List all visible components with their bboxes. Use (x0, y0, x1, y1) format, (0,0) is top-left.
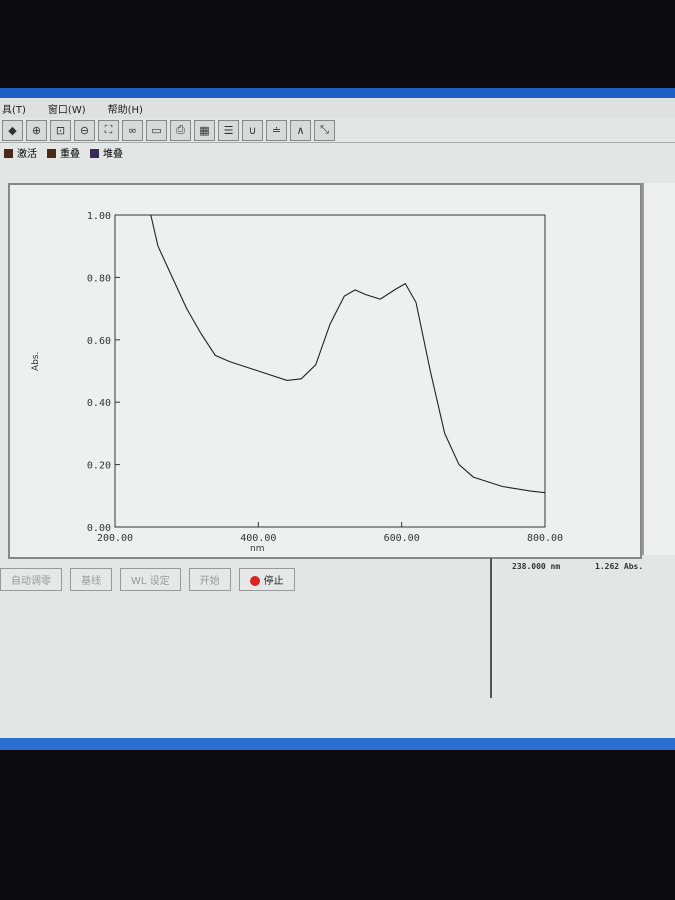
y-axis-label: Abs. (31, 352, 41, 371)
readout-panel: 238.000 nm 1.262 Abs. (490, 558, 675, 698)
stop-label: 停止 (263, 576, 284, 587)
start-button[interactable]: 开始 (188, 568, 231, 591)
plot-border (114, 214, 546, 528)
plot-area: 200.00 400.00 600.00 800.00 0.00 0.20 0.40 0.60… (8, 183, 642, 559)
x-tick-label: 200.00 (97, 533, 133, 544)
fit-icon[interactable]: ⛶ (98, 119, 119, 141)
tab-overlay[interactable]: 重叠 (47, 145, 80, 160)
screen: 具(T) 窗口(W) 帮助(H) ◆ ⊕ ⊡ ⊖ ⛶ ∞ ▭ ⎙ ▦ ☰ ∪ ≐… (0, 88, 675, 750)
baseline-icon[interactable]: ≐ (266, 119, 287, 141)
toolbar: ◆ ⊕ ⊡ ⊖ ⛶ ∞ ▭ ⎙ ▦ ☰ ∪ ≐ ∧ ⤡ (0, 118, 675, 143)
x-tick-label: 400.00 (240, 533, 276, 544)
tab-bar: 激活 重叠 堆叠 (0, 143, 675, 161)
menu-help[interactable]: 帮助(H) (108, 101, 143, 116)
y-tick-label: 1.00 (87, 211, 111, 222)
wavelength-readout: 238.000 nm (512, 562, 561, 571)
tab-label: 激活 (17, 148, 37, 160)
menu-window[interactable]: 窗口(W) (48, 101, 86, 116)
x-tick-label: 800.00 (527, 533, 563, 544)
y-tick-label: 0.40 (87, 398, 111, 409)
abs-readout: 1.262 Abs. (595, 562, 644, 571)
folder-icon[interactable]: ▭ (146, 119, 167, 141)
button-row: 自动调零 基线 WL 设定 开始 停止 (0, 568, 295, 591)
grid-icon[interactable]: ▦ (194, 119, 215, 141)
tab-stack[interactable]: 堆叠 (90, 145, 123, 160)
link-icon[interactable]: ∞ (122, 119, 143, 141)
baseline-button[interactable]: 基线 (70, 568, 112, 591)
y-tick-label: 0.60 (87, 336, 111, 347)
print-icon[interactable]: ⎙ (170, 119, 191, 141)
tab-label: 重叠 (60, 148, 80, 160)
x-tick-label: 600.00 (384, 533, 420, 544)
y-tick-label: 0.00 (87, 523, 111, 534)
tab-label: 堆叠 (103, 148, 123, 160)
tab-active[interactable]: 激活 (4, 145, 37, 160)
right-panel (642, 183, 675, 555)
wavelength-button[interactable]: WL 设定 (120, 568, 181, 591)
cursor-icon[interactable]: ⤡ (314, 119, 335, 141)
zoom-in-icon[interactable]: ⊕ (26, 119, 47, 141)
x-axis-label: nm (250, 544, 264, 554)
app-icon[interactable]: ◆ (2, 119, 23, 141)
autozero-button[interactable]: 自动调零 (0, 568, 62, 591)
zoom-out-icon[interactable]: ⊖ (74, 119, 95, 141)
y-tick-label: 0.20 (87, 461, 111, 472)
menu-tools[interactable]: 具(T) (2, 101, 26, 116)
stop-icon (249, 576, 260, 586)
menu-bar: 具(T) 窗口(W) 帮助(H) (0, 98, 675, 118)
y-tick-label: 0.80 (87, 273, 111, 284)
valley-icon[interactable]: ∪ (242, 119, 263, 141)
stop-button[interactable]: 停止 (238, 568, 295, 591)
spectrum-chart: 200.00 400.00 600.00 800.00 0.00 0.20 0.40 0.60… (31, 211, 563, 554)
spectrum-line (150, 214, 546, 494)
zoom-region-icon[interactable]: ⊡ (50, 119, 71, 141)
peak-icon[interactable]: ∧ (290, 119, 311, 141)
table-icon[interactable]: ☰ (218, 119, 239, 141)
